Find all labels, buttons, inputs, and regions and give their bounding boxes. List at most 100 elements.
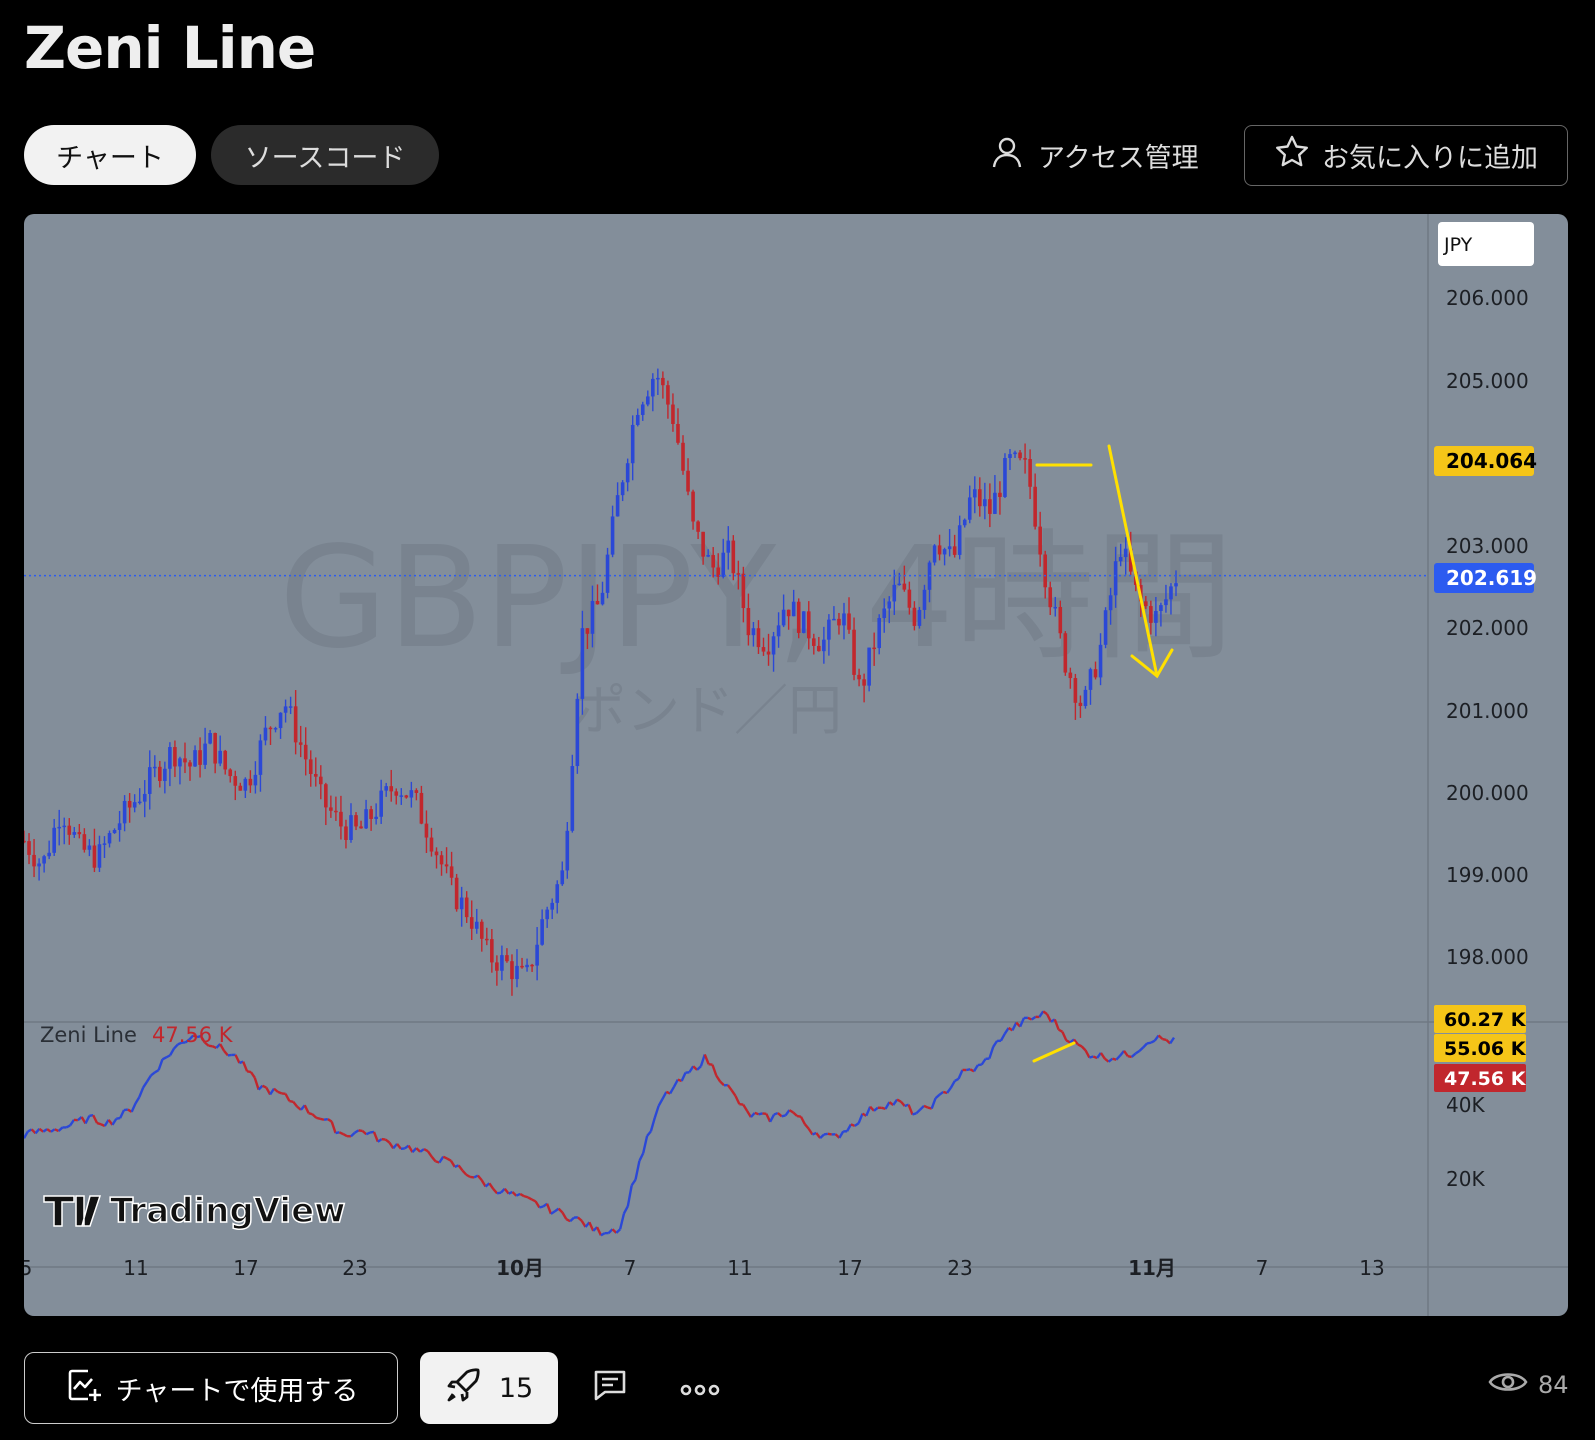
candle-body bbox=[686, 470, 690, 492]
indicator-segment bbox=[653, 1105, 660, 1119]
comment-button[interactable] bbox=[580, 1352, 640, 1424]
indicator-segment bbox=[819, 1133, 825, 1139]
price-chart[interactable]: GBPJPY, 4時間 ポンド／円 JPY 206.000 205.000 20… bbox=[24, 214, 1568, 1316]
indicator-segment bbox=[289, 1099, 294, 1103]
candle-body bbox=[1174, 583, 1178, 587]
indicator-segment bbox=[350, 1131, 356, 1138]
candle-body bbox=[1078, 702, 1083, 707]
candle-body bbox=[158, 766, 162, 781]
indicator-segment bbox=[423, 1148, 429, 1153]
price-tick: 199.000 bbox=[1446, 863, 1529, 887]
indicator-segment bbox=[65, 1124, 71, 1129]
indicator-segment bbox=[303, 1104, 310, 1114]
candle-body bbox=[67, 825, 72, 835]
indicator-segment bbox=[719, 1080, 725, 1087]
indicator-segment bbox=[600, 1232, 606, 1237]
indicator-segment bbox=[150, 1071, 156, 1077]
indicator-segment bbox=[784, 1109, 791, 1117]
indicator-segment bbox=[957, 1069, 964, 1080]
page-title: Zeni Line bbox=[24, 14, 316, 82]
candle-body bbox=[112, 829, 117, 834]
candle-body bbox=[560, 870, 565, 885]
price-tick: 203.000 bbox=[1446, 534, 1529, 558]
use-on-chart-button[interactable]: チャートで使用する bbox=[24, 1352, 398, 1424]
indicator-segment bbox=[24, 1130, 29, 1139]
more-options-button[interactable] bbox=[670, 1352, 730, 1424]
candle-body bbox=[82, 834, 87, 850]
candle-body bbox=[867, 647, 871, 686]
candle-body bbox=[394, 791, 399, 796]
candle-body bbox=[293, 706, 298, 743]
indicator-segment bbox=[788, 1109, 794, 1114]
rocket-icon bbox=[445, 1366, 483, 1411]
candle-body bbox=[967, 497, 972, 520]
indicator-segment bbox=[949, 1080, 956, 1089]
candle-body bbox=[379, 790, 383, 817]
add-favorite-button[interactable]: お気に入りに追加 bbox=[1244, 125, 1568, 186]
candle-body bbox=[922, 589, 927, 610]
candle-body bbox=[1088, 669, 1093, 690]
indicator-segment bbox=[415, 1147, 421, 1153]
tab-source-code[interactable]: ソースコード bbox=[211, 125, 439, 185]
candle-body bbox=[439, 855, 444, 865]
indicator-segment bbox=[642, 1135, 649, 1154]
indicator-segment bbox=[396, 1143, 402, 1150]
candle-body bbox=[27, 841, 31, 855]
indicator-segment bbox=[515, 1192, 521, 1197]
access-management-button[interactable]: アクセス管理 bbox=[990, 131, 1199, 179]
candle-body bbox=[258, 740, 263, 775]
candle-body bbox=[651, 378, 655, 397]
boost-button[interactable]: 15 bbox=[420, 1352, 558, 1424]
candle-body bbox=[319, 776, 323, 785]
candle-body bbox=[364, 809, 368, 829]
candle-body bbox=[998, 492, 1002, 497]
candle-body bbox=[952, 546, 957, 555]
indicator-segment bbox=[465, 1173, 471, 1179]
candle-body bbox=[1058, 606, 1063, 634]
price-axis: 206.000 205.000 203.000 202.000 201.000 … bbox=[1446, 286, 1529, 969]
candle-body bbox=[837, 618, 841, 626]
candle-body bbox=[661, 377, 665, 386]
indicator-segment bbox=[1134, 1049, 1141, 1055]
candle-body bbox=[127, 800, 132, 808]
candle-body bbox=[515, 965, 519, 980]
indicator-segment bbox=[1138, 1046, 1145, 1052]
indicator-segment bbox=[442, 1155, 448, 1160]
candle-body bbox=[47, 852, 51, 857]
indicator-segment bbox=[742, 1103, 749, 1112]
indicator-name[interactable]: Zeni Line bbox=[40, 1023, 137, 1047]
indicator-segment bbox=[622, 1205, 629, 1214]
indicator-segment bbox=[92, 1114, 99, 1124]
candle-body bbox=[761, 647, 766, 652]
indicator-segment bbox=[703, 1054, 710, 1065]
candle-body bbox=[102, 843, 107, 845]
indicator-segment bbox=[273, 1087, 279, 1093]
indicator-segment bbox=[154, 1069, 160, 1074]
currency-selector[interactable]: JPY bbox=[1438, 222, 1534, 266]
candle-body bbox=[1023, 458, 1027, 460]
candle-body bbox=[490, 939, 494, 963]
indicator-segment bbox=[626, 1185, 633, 1207]
candle-body bbox=[751, 628, 756, 636]
indicator-segment bbox=[330, 1121, 337, 1134]
indicator-segment bbox=[657, 1098, 664, 1107]
indicator-segment bbox=[912, 1112, 917, 1116]
indicator-segment bbox=[1046, 1013, 1052, 1023]
indicator-segment bbox=[907, 1104, 914, 1115]
candle-body bbox=[147, 767, 152, 794]
candle-body bbox=[756, 628, 761, 648]
indicator-tag: 60.27 K bbox=[1434, 1005, 1527, 1033]
svg-text:55.06 K: 55.06 K bbox=[1444, 1038, 1527, 1060]
candle-body bbox=[822, 639, 826, 652]
candle-body bbox=[288, 706, 293, 708]
candle-body bbox=[203, 743, 207, 765]
indicator-segment bbox=[1107, 1057, 1114, 1063]
candle-body bbox=[605, 554, 610, 593]
tab-chart[interactable]: チャート bbox=[24, 125, 196, 185]
indicator-segment bbox=[850, 1123, 856, 1127]
candle-body bbox=[887, 601, 892, 609]
chart-panel[interactable]: GBPJPY, 4時間 ポンド／円 JPY 206.000 205.000 20… bbox=[24, 214, 1568, 1316]
candle-body bbox=[142, 793, 147, 802]
candle-body bbox=[907, 589, 912, 608]
candle-body bbox=[550, 902, 555, 910]
